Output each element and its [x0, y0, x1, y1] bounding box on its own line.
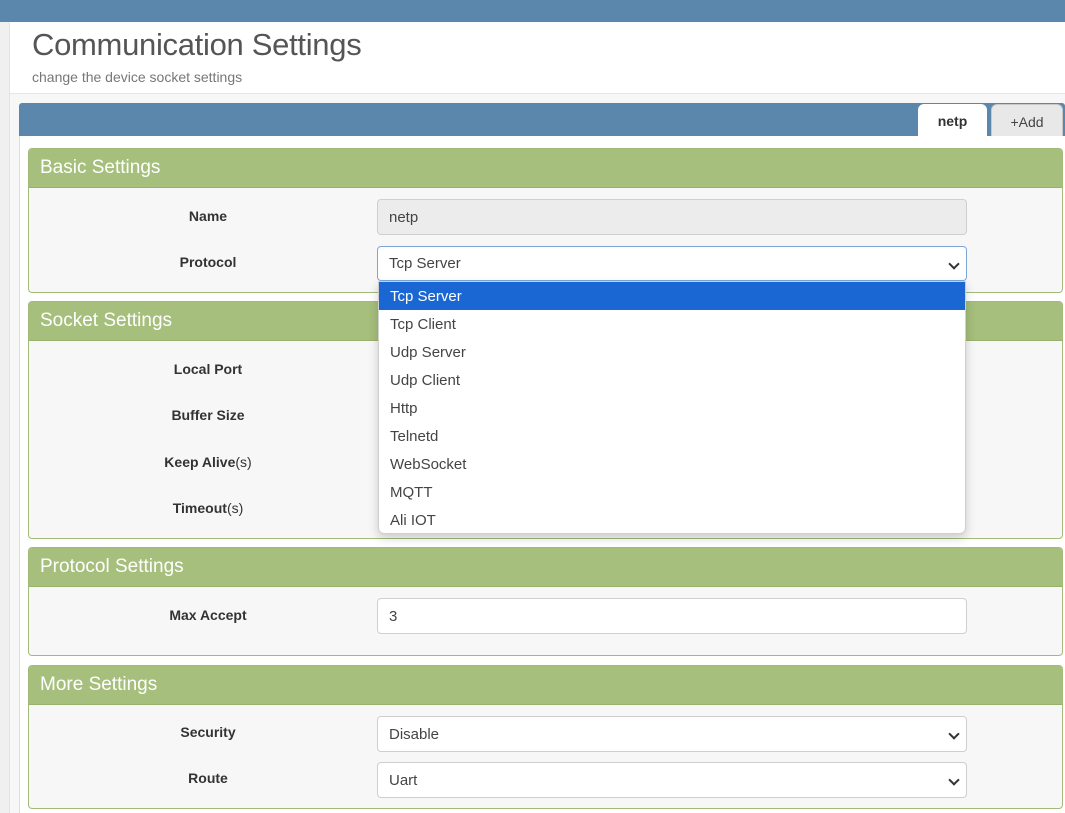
- timeout-label-text: Timeout: [172, 500, 227, 516]
- protocol-settings-heading: Protocol Settings: [29, 548, 1062, 587]
- protocol-option-http[interactable]: Http: [379, 394, 965, 422]
- keep-alive-label: Keep Alive(s): [28, 454, 388, 470]
- security-label: Security: [180, 724, 236, 740]
- protocol-option-telnetd[interactable]: Telnetd: [379, 422, 965, 450]
- add-tab-button[interactable]: +Add: [991, 104, 1063, 138]
- tab-bar: [19, 103, 1065, 136]
- top-bar: [0, 0, 1065, 22]
- route-label: Route: [188, 770, 228, 786]
- max-accept-label: Max Accept: [169, 607, 247, 623]
- protocol-option-mqtt[interactable]: MQTT: [379, 478, 965, 506]
- max-accept-input[interactable]: 3: [377, 598, 967, 634]
- name-label: Name: [188, 208, 228, 224]
- page-header: Communication Settings change the device…: [10, 22, 1065, 94]
- name-field[interactable]: netp: [377, 199, 967, 235]
- page-subtitle: change the device socket settings: [32, 69, 243, 85]
- timeout-label: Timeout(s): [28, 500, 388, 516]
- protocol-label: Protocol: [179, 254, 237, 270]
- page-title: Communication Settings: [32, 27, 362, 62]
- protocol-option-udp-client[interactable]: Udp Client: [379, 366, 965, 394]
- route-select[interactable]: Uart: [377, 762, 967, 798]
- protocol-option-tcp-client[interactable]: Tcp Client: [379, 310, 965, 338]
- protocol-option-websocket[interactable]: WebSocket: [379, 450, 965, 478]
- security-select[interactable]: Disable: [377, 716, 967, 752]
- basic-settings-heading: Basic Settings: [29, 149, 1062, 188]
- protocol-option-udp-server[interactable]: Udp Server: [379, 338, 965, 366]
- protocol-option-ali-iot[interactable]: Ali IOT: [379, 506, 965, 533]
- protocol-dropdown-list: Tcp Server Tcp Client Udp Server Udp Cli…: [378, 281, 966, 534]
- local-port-label: Local Port: [173, 361, 243, 377]
- keep-alive-label-text: Keep Alive: [164, 454, 236, 470]
- tab-netp[interactable]: netp: [918, 104, 987, 138]
- buffer-size-label: Buffer Size: [171, 407, 245, 423]
- left-sidebar-edge: [0, 22, 10, 813]
- protocol-option-tcp-server[interactable]: Tcp Server: [379, 282, 965, 310]
- timeout-unit: (s): [226, 500, 244, 516]
- protocol-select[interactable]: Tcp Server: [377, 246, 967, 281]
- more-settings-heading: More Settings: [29, 666, 1062, 705]
- keep-alive-unit: (s): [235, 454, 252, 470]
